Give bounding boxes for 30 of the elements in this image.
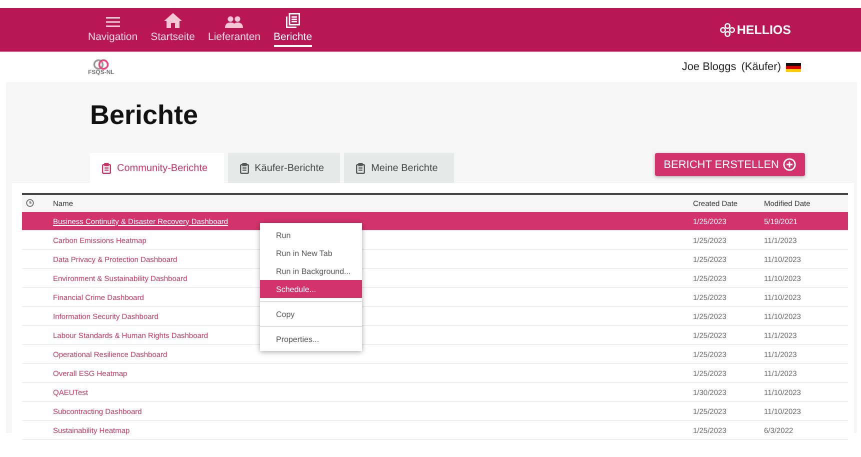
user-name: Joe Bloggs [682,61,736,73]
clipboard-icon [102,162,111,174]
clipboard-icon [240,162,249,174]
create-report-button[interactable]: BERICHT ERSTELLEN [654,153,805,176]
menu-item[interactable]: Run [260,226,362,244]
tab[interactable]: Käufer-Berichte [228,153,340,183]
report-icon [286,13,300,28]
flag-icon [786,62,801,72]
nav-item[interactable]: Navigation [88,12,138,47]
nav-item[interactable]: Startseite [150,12,195,47]
menu-item[interactable]: Run in New Tab [260,244,362,262]
people-icon [225,16,244,28]
nav-item[interactable]: Berichte [274,12,312,47]
home-icon [164,13,182,28]
menu-item[interactable]: Copy [260,305,362,323]
tab[interactable]: Community-Berichte [90,153,224,183]
brand-name: HELLIOS [736,22,791,36]
page-title: Berichte [89,99,200,132]
menu-item[interactable]: Properties... [260,330,362,348]
menu-item[interactable]: Schedule... [260,280,362,298]
user-role: (Käufer) [741,61,781,73]
logo-icon [93,58,110,70]
menu-icon [106,16,120,28]
nav-item[interactable]: Lieferanten [208,12,261,47]
clipboard-icon [356,162,366,174]
clock-icon [26,198,34,206]
plus-icon [783,158,796,171]
tab[interactable]: Meine Berichte [344,153,454,183]
logo-icon [720,22,735,36]
menu-item[interactable]: Run in Background... [260,262,362,280]
